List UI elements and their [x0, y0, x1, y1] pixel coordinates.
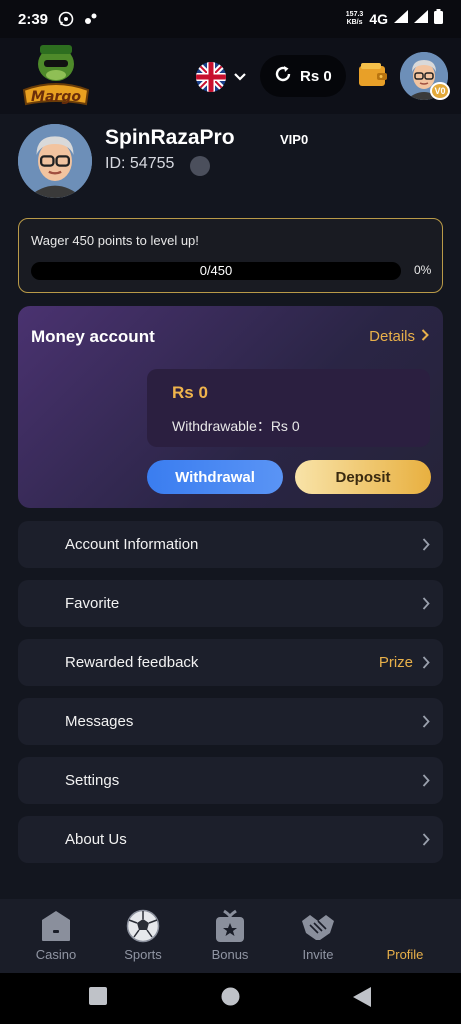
- menu-item-about-us[interactable]: About Us: [18, 816, 443, 863]
- money-account-title: Money account: [31, 327, 155, 346]
- margo-logo[interactable]: Margo: [20, 42, 92, 110]
- refresh-icon[interactable]: [274, 65, 292, 88]
- status-bar: 2:39 157.3 KB/s 4G: [0, 0, 461, 38]
- notification-icon: [84, 12, 98, 26]
- language-selector[interactable]: [196, 62, 246, 92]
- wallet-icon[interactable]: [359, 63, 387, 92]
- chevron-down-icon: [234, 68, 246, 86]
- tab-label: Profile: [386, 947, 424, 962]
- chevron-right-icon: [422, 774, 430, 792]
- profile-avatar[interactable]: [18, 124, 92, 198]
- menu-item-label: Settings: [65, 772, 120, 789]
- handshake-icon: [300, 909, 336, 943]
- menu-item-label: Messages: [65, 713, 134, 730]
- wager-message: Wager 450 points to level up!: [31, 233, 199, 248]
- tab-bonus[interactable]: Bonus: [190, 899, 270, 973]
- top-app-bar: Margo Rs 0: [0, 38, 461, 114]
- account-balance: Rs 0: [172, 383, 208, 402]
- profile-icon: [387, 909, 423, 943]
- wager-progress-card: Wager 450 points to level up! 0/450 0%: [18, 218, 443, 293]
- battery-icon: [434, 9, 443, 29]
- system-nav-bar: [0, 973, 461, 1024]
- tab-label: Sports: [124, 947, 162, 962]
- menu-item-favorite[interactable]: Favorite: [18, 580, 443, 627]
- user-id: ID: 54755: [105, 155, 175, 172]
- soccer-ball-icon: [125, 909, 161, 943]
- vip-badge: V0: [430, 82, 450, 100]
- tab-casino[interactable]: Casino: [16, 899, 96, 973]
- vip-level: VIP0: [280, 132, 309, 147]
- menu-item-rewarded-feedback[interactable]: Rewarded feedback Prize: [18, 639, 443, 686]
- menu-item-label: Favorite: [65, 595, 120, 612]
- tab-profile[interactable]: Profile: [365, 899, 445, 973]
- tab-label: Casino: [35, 947, 77, 962]
- balance-box: Rs 0 Withdrawable：Rs 0: [147, 369, 430, 447]
- back-button-icon[interactable]: [353, 987, 371, 1012]
- chevron-right-icon: [422, 656, 430, 674]
- chevron-right-icon: [422, 597, 430, 615]
- tab-label: Invite: [302, 947, 334, 962]
- signal-icon-2: [414, 10, 428, 28]
- wager-progress-bar: 0/450: [31, 262, 401, 280]
- whatsapp-icon: [58, 11, 74, 27]
- details-link[interactable]: Details: [369, 328, 429, 345]
- money-account-card: Money account Details Rs 0 Withdrawable：…: [18, 306, 443, 508]
- menu-item-messages[interactable]: Messages: [18, 698, 443, 745]
- uk-flag-icon: [196, 62, 226, 92]
- header-balance: Rs 0: [300, 67, 332, 85]
- bottom-tab-bar: Casino Sports Bonus Invite Profile: [0, 899, 461, 973]
- menu-item-account-information[interactable]: Account Information: [18, 521, 443, 568]
- gift-icon: [212, 909, 248, 943]
- chevron-right-icon: [422, 833, 430, 851]
- balance-pill[interactable]: Rs 0: [260, 55, 346, 97]
- profile-header: SpinRazaPro VIP0 ID: 54755: [18, 114, 443, 198]
- deposit-button[interactable]: Deposit: [295, 460, 431, 494]
- network-type: 4G: [369, 11, 388, 27]
- wager-progress-label: 0/450: [199, 263, 233, 278]
- menu-item-label: Account Information: [65, 536, 199, 553]
- signal-icon: [394, 10, 408, 28]
- home-button-icon[interactable]: [221, 987, 240, 1011]
- tab-invite[interactable]: Invite: [278, 899, 358, 973]
- tab-sports[interactable]: Sports: [103, 899, 183, 973]
- svg-text:Margo: Margo: [31, 89, 81, 105]
- tab-label: Bonus: [211, 947, 249, 962]
- chevron-right-icon: [422, 538, 430, 556]
- withdrawable-amount: Withdrawable：Rs 0: [172, 418, 300, 434]
- network-speed: 157.3 KB/s: [345, 11, 364, 26]
- menu-item-label: Rewarded feedback: [65, 654, 199, 671]
- menu-item-settings[interactable]: Settings: [18, 757, 443, 804]
- withdrawal-button[interactable]: Withdrawal: [147, 460, 283, 494]
- username: SpinRazaPro: [105, 126, 235, 149]
- details-label: Details: [369, 328, 415, 345]
- chevron-right-icon: [422, 715, 430, 733]
- chevron-right-icon: [421, 328, 429, 345]
- status-time: 2:39: [18, 10, 49, 28]
- copy-id-icon[interactable]: [190, 156, 210, 176]
- recents-button-icon[interactable]: [89, 987, 107, 1010]
- wager-percent: 0%: [414, 263, 432, 277]
- casino-icon: [38, 909, 74, 943]
- prize-label: Prize: [378, 654, 413, 671]
- menu-item-label: About Us: [65, 831, 127, 848]
